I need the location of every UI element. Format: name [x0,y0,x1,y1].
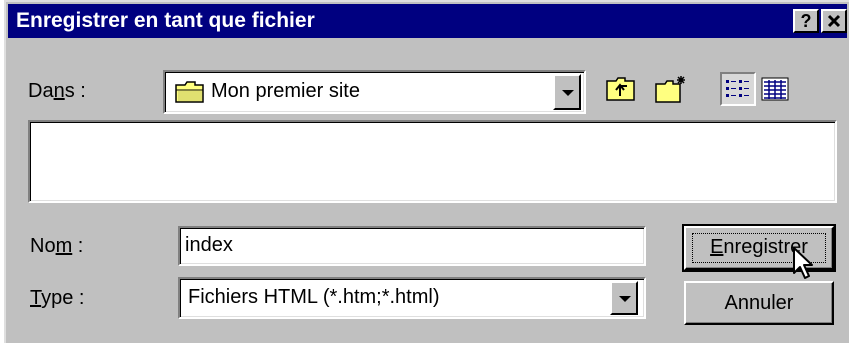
title-bar[interactable]: Enregistrer en tant que fichier ? [8,4,847,38]
cancel-button[interactable]: Annuler [684,281,834,325]
up-one-level-button[interactable] [603,72,639,106]
list-view-button[interactable] [720,72,756,106]
location-dropdown-button[interactable] [553,74,581,110]
details-view-icon [761,77,789,101]
details-view-button[interactable] [758,72,794,106]
help-button[interactable]: ? [793,9,819,33]
filename-value: index [185,234,233,256]
chevron-down-icon [562,90,574,96]
filetype-value: Fichiers HTML (*.htm;*.html) [188,286,440,308]
filetype-dropdown-button[interactable] [610,281,638,315]
location-label: Dans : [28,80,86,102]
up-one-level-icon [606,77,635,101]
close-button[interactable] [821,9,847,33]
chevron-down-icon [619,296,631,302]
window-title: Enregistrer en tant que fichier [16,9,315,32]
filename-input[interactable]: index [178,226,646,266]
filetype-dropdown[interactable]: Fichiers HTML (*.htm;*.html) [178,277,646,319]
folder-icon [175,81,204,103]
filename-label: Nom : [30,235,84,257]
close-icon [827,14,841,28]
new-folder-icon [655,76,685,103]
file-list[interactable] [28,120,837,203]
location-dropdown[interactable]: Mon premier site [163,70,586,114]
save-as-dialog: Enregistrer en tant que fichier ? Dans :… [4,0,849,343]
list-view-icon [726,80,749,97]
location-value: Mon premier site [211,80,360,102]
mouse-pointer-icon [793,247,813,279]
new-folder-button[interactable] [653,72,689,106]
filetype-label: Type : [30,287,85,309]
